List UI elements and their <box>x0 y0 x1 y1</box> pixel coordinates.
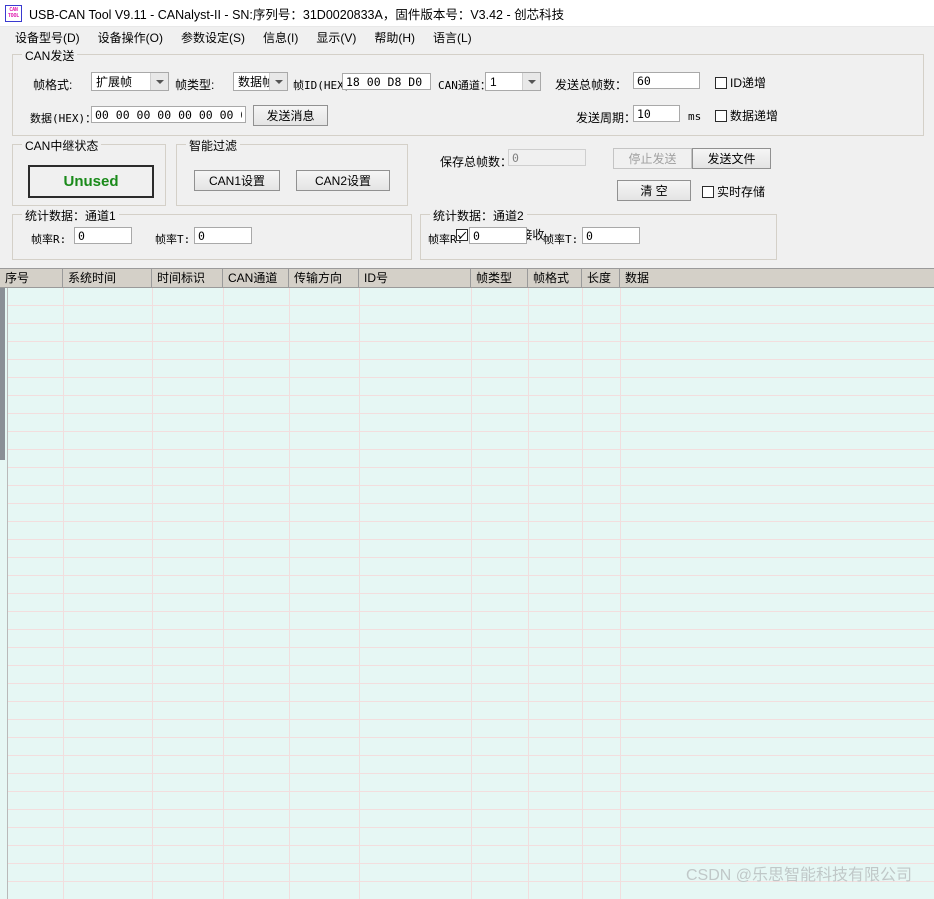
can-channel-value: 1 <box>486 75 522 89</box>
id-increment-label: ID递增 <box>730 74 766 91</box>
menu-item-parameter-setup[interactable]: 参数设定(S) <box>172 27 254 48</box>
app-logo-icon: CAN TOOL <box>5 5 22 22</box>
stats-channel2-group: 统计数据：通道2 帧率R: 帧率T: <box>420 214 777 260</box>
stats-channel1-group: 统计数据：通道1 帧率R: 帧率T: <box>12 214 412 260</box>
window-title: USB-CAN Tool V9.11 - CANalyst-II - SN:序列… <box>29 4 564 23</box>
can-send-group-legend: CAN发送 <box>22 47 77 64</box>
column-header-sequence[interactable]: 序号 <box>0 269 63 287</box>
vertical-scroll-thumb[interactable] <box>0 288 5 460</box>
menu-bar: 设备型号(D) 设备操作(O) 参数设定(S) 信息(I) 显示(V) 帮助(H… <box>0 27 934 49</box>
chevron-down-icon[interactable] <box>269 73 287 90</box>
chevron-down-icon[interactable] <box>522 73 540 90</box>
column-header-system-time[interactable]: 系统时间 <box>63 269 152 287</box>
checkbox-box[interactable] <box>715 77 727 89</box>
clear-button[interactable]: 清 空 <box>617 180 691 201</box>
menu-item-language[interactable]: 语言(L) <box>424 27 481 48</box>
ch1-frame-rate-t-label: 帧率T: <box>155 231 190 247</box>
column-header-length[interactable]: 长度 <box>582 269 620 287</box>
send-period-unit: ms <box>688 110 701 123</box>
ch1-frame-rate-t-input <box>194 227 252 244</box>
column-divider <box>471 288 472 899</box>
column-divider <box>528 288 529 899</box>
can2-settings-button[interactable]: CAN2设置 <box>296 170 390 191</box>
stats-channel2-legend: 统计数据：通道2 <box>430 207 527 224</box>
total-frames-input[interactable] <box>633 72 700 89</box>
column-header-id[interactable]: ID号 <box>359 269 471 287</box>
can-relay-status-legend: CAN中继状态 <box>22 137 101 154</box>
data-increment-checkbox[interactable]: 数据递增 <box>715 107 778 124</box>
frame-id-input[interactable] <box>342 73 431 90</box>
stop-send-button[interactable]: 停止发送 <box>613 148 692 169</box>
menu-item-device-operation[interactable]: 设备操作(O) <box>89 27 172 48</box>
column-header-timestamp[interactable]: 时间标识 <box>152 269 223 287</box>
menu-item-help[interactable]: 帮助(H) <box>365 27 424 48</box>
saved-frames-input <box>508 149 586 166</box>
column-divider <box>223 288 224 899</box>
frame-format-label: 帧格式: <box>33 76 72 93</box>
can-send-group: CAN发送 帧格式: 扩展帧 帧类型: 数据帧 帧ID(HEX)： CAN通道：… <box>12 54 924 136</box>
title-bar: CAN TOOL USB-CAN Tool V9.11 - CANalyst-I… <box>0 0 934 27</box>
can-channel-label: CAN通道： <box>438 77 491 93</box>
column-header-direction[interactable]: 传输方向 <box>289 269 359 287</box>
frame-format-value: 扩展帧 <box>92 73 150 90</box>
column-header-frame-format[interactable]: 帧格式 <box>528 269 582 287</box>
column-header-data[interactable]: 数据 <box>620 269 934 287</box>
relay-status-value: Unused <box>28 165 154 198</box>
menu-item-info[interactable]: 信息(I) <box>254 27 307 48</box>
saved-frames-label: 保存总帧数： <box>440 153 512 170</box>
checkbox-box[interactable] <box>702 186 714 198</box>
realtime-store-checkbox[interactable]: 实时存储 <box>702 183 765 200</box>
menu-item-device-model[interactable]: 设备型号(D) <box>6 27 89 48</box>
realtime-store-label: 实时存储 <box>717 183 765 200</box>
data-increment-label: 数据递增 <box>730 107 778 124</box>
data-hex-label: 数据(HEX)： <box>30 110 96 126</box>
menu-item-display[interactable]: 显示(V) <box>307 27 365 48</box>
smart-filter-legend: 智能过滤 <box>186 137 240 154</box>
ch2-frame-rate-r-input <box>469 227 527 244</box>
column-header-can-channel[interactable]: CAN通道 <box>223 269 289 287</box>
column-divider <box>359 288 360 899</box>
stats-channel1-legend: 统计数据：通道1 <box>22 207 119 224</box>
frame-type-label: 帧类型: <box>175 76 214 93</box>
frame-format-select[interactable]: 扩展帧 <box>91 72 169 91</box>
control-panel: CAN发送 帧格式: 扩展帧 帧类型: 数据帧 帧ID(HEX)： CAN通道：… <box>0 48 934 268</box>
frame-type-select[interactable]: 数据帧 <box>233 72 288 91</box>
send-period-label: 发送周期： <box>576 109 636 126</box>
smart-filter-group: 智能过滤 CAN1设置 CAN2设置 <box>176 144 408 206</box>
can-relay-status-group: CAN中继状态 Unused <box>12 144 166 206</box>
send-period-input[interactable] <box>633 105 680 122</box>
table-body[interactable]: CSDN @乐思智能科技有限公司 <box>0 288 934 899</box>
column-header-frame-type[interactable]: 帧类型 <box>471 269 528 287</box>
application-window: CAN TOOL USB-CAN Tool V9.11 - CANalyst-I… <box>0 0 934 898</box>
send-message-button[interactable]: 发送消息 <box>253 105 328 126</box>
frame-type-value: 数据帧 <box>234 73 269 90</box>
chevron-down-icon[interactable] <box>150 73 168 90</box>
app-logo-line2: TOOL <box>8 13 19 19</box>
send-file-button[interactable]: 发送文件 <box>692 148 771 169</box>
can1-settings-button[interactable]: CAN1设置 <box>194 170 280 191</box>
total-frames-label: 发送总帧数： <box>555 76 627 93</box>
can-channel-select[interactable]: 1 <box>485 72 541 91</box>
table-header-row: 序号 系统时间 时间标识 CAN通道 传输方向 ID号 帧类型 帧格式 长度 数… <box>0 269 934 288</box>
watermark-text: CSDN @乐思智能科技有限公司 <box>686 861 912 885</box>
message-table: 序号 系统时间 时间标识 CAN通道 传输方向 ID号 帧类型 帧格式 长度 数… <box>0 268 934 898</box>
column-divider <box>152 288 153 899</box>
ch2-frame-rate-t-label: 帧率T: <box>543 231 578 247</box>
ch2-frame-rate-r-label: 帧率R: <box>428 231 463 247</box>
id-increment-checkbox[interactable]: ID递增 <box>715 74 766 91</box>
data-hex-input[interactable] <box>91 106 246 123</box>
column-divider <box>289 288 290 899</box>
ch1-frame-rate-r-input <box>74 227 132 244</box>
column-divider <box>582 288 583 899</box>
ch2-frame-rate-t-input <box>582 227 640 244</box>
checkbox-box[interactable] <box>715 110 727 122</box>
column-divider <box>63 288 64 899</box>
column-divider <box>620 288 621 899</box>
ch1-frame-rate-r-label: 帧率R: <box>31 231 66 247</box>
